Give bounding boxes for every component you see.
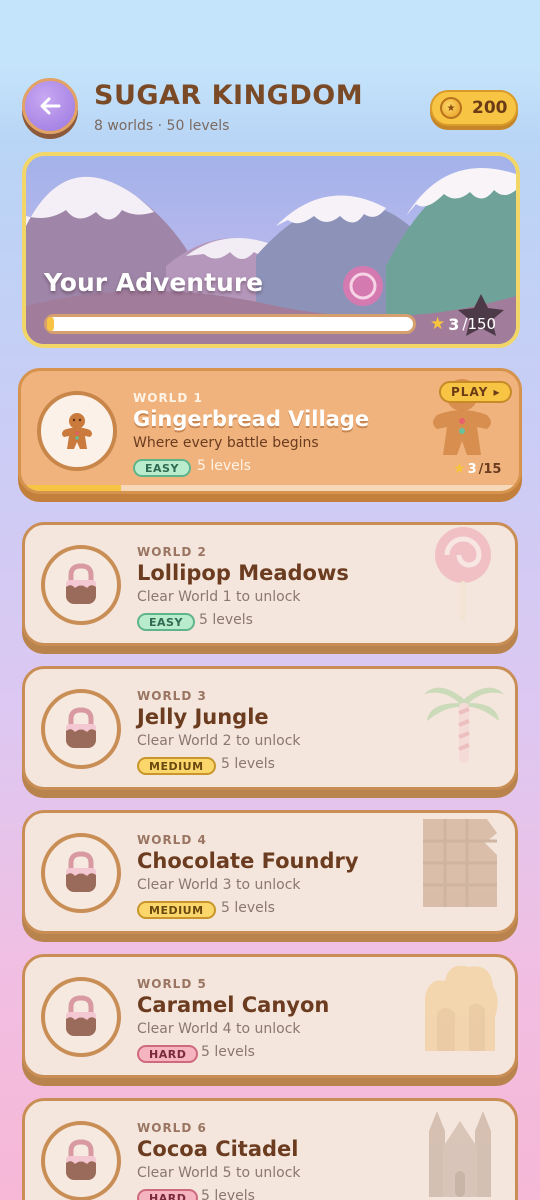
world-name: Chocolate Foundry xyxy=(137,849,359,873)
palm-tree-icon xyxy=(424,687,504,763)
coin-balance[interactable]: ★ 200 xyxy=(430,90,518,126)
chocolate-bar-icon xyxy=(423,819,497,907)
world-description: Clear World 1 to unlock xyxy=(137,589,301,605)
world-progress-bar xyxy=(21,485,519,491)
world-badge xyxy=(41,1121,121,1200)
world-progress-fill xyxy=(21,485,121,491)
castle-icon xyxy=(429,1111,491,1197)
world-card-1[interactable]: WORLD 1 Gingerbread Village Where every … xyxy=(18,368,522,494)
adventure-progress-fill xyxy=(47,317,55,331)
world-number: WORLD 3 xyxy=(137,689,207,703)
world-badge xyxy=(41,977,121,1057)
difficulty-badge: EASY xyxy=(137,613,195,631)
world-name: Caramel Canyon xyxy=(137,993,330,1017)
world-card-5[interactable]: WORLD 5 Caramel Canyon Clear World 4 to … xyxy=(22,954,518,1078)
banner-title: Your Adventure xyxy=(44,268,264,297)
level-count: 5 levels xyxy=(201,1044,255,1060)
lock-icon xyxy=(66,563,96,604)
coin-count: 200 xyxy=(472,98,508,118)
page-subtitle: 8 worlds · 50 levels xyxy=(94,118,230,134)
difficulty-badge: EASY xyxy=(133,459,191,477)
level-count: 5 levels xyxy=(221,900,275,916)
world-name: Lollipop Meadows xyxy=(137,561,349,585)
world-description: Clear World 3 to unlock xyxy=(137,877,301,893)
world-number: WORLD 5 xyxy=(137,977,207,991)
world-name: Jelly Jungle xyxy=(137,705,269,729)
world-card-6[interactable]: WORLD 6 Cocoa Citadel Clear World 5 to u… xyxy=(22,1098,518,1200)
adventure-progress-bar xyxy=(44,314,416,334)
page-title: SUGAR KINGDOM xyxy=(94,80,364,111)
difficulty-badge: MEDIUM xyxy=(137,901,216,919)
difficulty-badge: HARD xyxy=(137,1045,199,1063)
world-badge xyxy=(41,545,121,625)
world-number: WORLD 4 xyxy=(137,833,207,847)
world-name: Cocoa Citadel xyxy=(137,1137,299,1161)
arrow-left-icon xyxy=(40,97,61,115)
back-button[interactable] xyxy=(22,78,78,134)
star-icon: ★ xyxy=(430,314,446,334)
world-description: Clear World 5 to unlock xyxy=(137,1165,301,1181)
world-stars-total: /15 xyxy=(478,461,502,477)
gingerbread-man-icon xyxy=(62,413,92,449)
stars-total: /150 xyxy=(462,315,497,333)
status-bar-area xyxy=(0,0,540,66)
world-badge xyxy=(41,689,121,769)
difficulty-badge: HARD xyxy=(137,1189,199,1200)
world-description: Clear World 2 to unlock xyxy=(137,733,301,749)
stars-collected: 3 xyxy=(448,314,460,334)
world-card-3[interactable]: WORLD 3 Jelly Jungle Clear World 2 to un… xyxy=(22,666,518,790)
lock-icon xyxy=(66,995,96,1036)
caramel-canyon-icon xyxy=(425,965,498,1051)
world-star-count: ★ 3 /15 xyxy=(453,461,501,477)
world-description: Clear World 4 to unlock xyxy=(137,1021,301,1037)
world-name: Gingerbread Village xyxy=(133,407,370,431)
world-card-4[interactable]: WORLD 4 Chocolate Foundry Clear World 3 … xyxy=(22,810,518,934)
world-stars-collected: 3 xyxy=(467,461,477,477)
lollipop-icon xyxy=(435,527,491,621)
difficulty-badge: MEDIUM xyxy=(137,757,216,775)
level-count: 5 levels xyxy=(201,1188,255,1200)
level-count: 5 levels xyxy=(197,458,251,474)
coin-icon: ★ xyxy=(440,97,462,119)
world-description: Where every battle begins xyxy=(133,435,319,451)
header: SUGAR KINGDOM 8 worlds · 50 levels ★ 200 xyxy=(0,66,540,156)
adventure-star-count: ★ 3 /150 xyxy=(430,314,496,334)
lock-icon xyxy=(66,851,96,892)
world-badge xyxy=(37,391,117,471)
star-icon: ★ xyxy=(453,461,466,477)
world-number: WORLD 1 xyxy=(133,391,203,405)
world-badge xyxy=(41,833,121,913)
adventure-banner: Your Adventure ★ 3 /150 xyxy=(22,152,520,348)
lock-icon xyxy=(66,707,96,748)
world-card-2[interactable]: WORLD 2 Lollipop Meadows Clear World 1 t… xyxy=(22,522,518,646)
world-number: WORLD 6 xyxy=(137,1121,207,1135)
lock-icon xyxy=(66,1139,96,1180)
level-count: 5 levels xyxy=(199,612,253,628)
world-number: WORLD 2 xyxy=(137,545,207,559)
level-count: 5 levels xyxy=(221,756,275,772)
play-button[interactable]: PLAY ▸ xyxy=(439,381,513,403)
